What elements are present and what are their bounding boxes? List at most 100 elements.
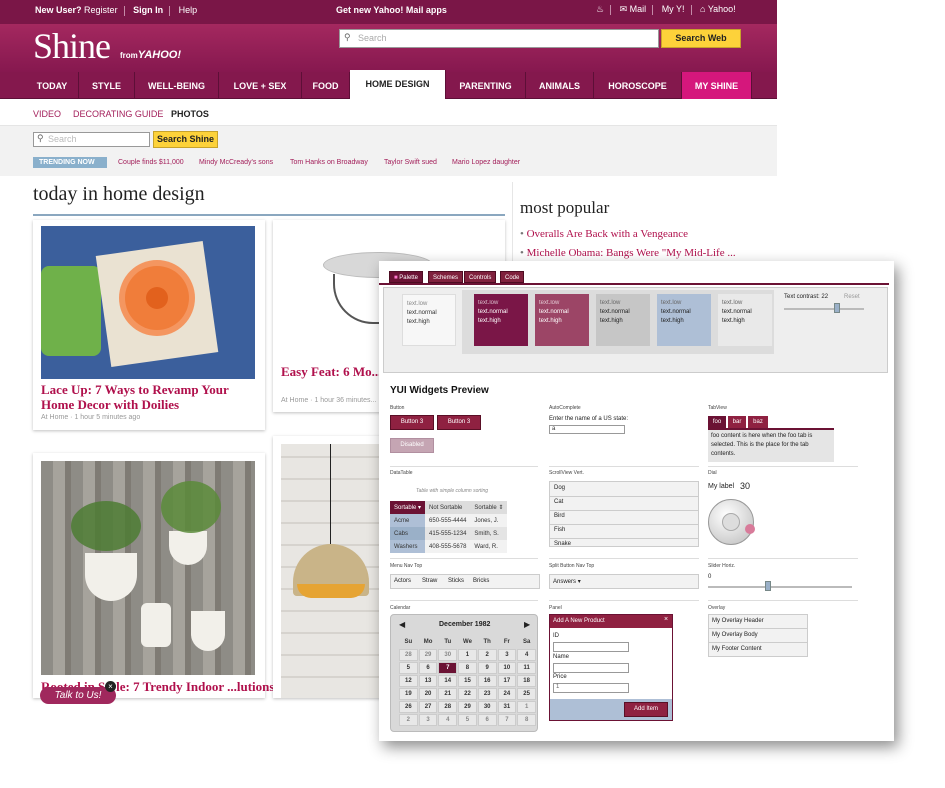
dial-handle[interactable]: [745, 524, 755, 534]
id-field[interactable]: [553, 642, 629, 652]
list-item[interactable]: Dog: [554, 485, 565, 491]
search-shine-button[interactable]: Search Shine: [153, 131, 218, 148]
contrast-slider[interactable]: [784, 308, 864, 310]
name-field[interactable]: [553, 663, 629, 673]
swatch-white[interactable]: text.low text.normal text.high: [402, 294, 456, 346]
popular-item[interactable]: • Overalls Are Back with a Vengeance: [520, 228, 688, 240]
trending-link[interactable]: Tom Hanks on Broadway: [290, 159, 368, 166]
calendar-day[interactable]: 29: [418, 649, 438, 661]
subnav-video[interactable]: VIDEO: [33, 109, 61, 119]
calendar-day[interactable]: 16: [477, 675, 497, 687]
button-3-a[interactable]: Button 3: [390, 415, 434, 430]
close-icon[interactable]: ×: [105, 681, 116, 692]
subnav-photos[interactable]: PHOTOS: [171, 109, 209, 119]
tabview-tab-bar[interactable]: bar: [728, 416, 746, 428]
article-title[interactable]: Easy Feat: 6 Mo... to Update Your ...: [281, 364, 482, 379]
calendar-day[interactable]: 2: [477, 649, 497, 661]
my-yahoo-link[interactable]: My Y!: [662, 4, 685, 14]
menu-item[interactable]: Actors: [394, 578, 411, 584]
calendar-day[interactable]: 8: [458, 662, 477, 674]
nav-parenting[interactable]: PARENTING: [446, 72, 526, 99]
table-row[interactable]: Acme 650-555-4444 Jones, J.: [390, 514, 508, 527]
bell-icon[interactable]: ♨: [596, 4, 604, 14]
trending-link[interactable]: Mindy McCready's sons: [199, 159, 273, 166]
calendar-day[interactable]: 22: [458, 688, 477, 700]
shine-search-input[interactable]: ⚲ Search: [33, 132, 150, 147]
button-3-b[interactable]: Button 3: [437, 415, 481, 430]
table-row[interactable]: Washers 408-555-5678 Ward, R.: [390, 540, 508, 553]
planters-photo[interactable]: [41, 461, 255, 675]
next-month-icon[interactable]: ▶: [524, 620, 530, 629]
nav-my-shine[interactable]: MY SHINE: [682, 72, 752, 99]
calendar-day[interactable]: 6: [418, 662, 438, 674]
swatch-blue[interactable]: text.low text.normal text.high: [657, 294, 711, 346]
calendar-day[interactable]: 25: [517, 688, 536, 700]
menu-item[interactable]: Bricks: [473, 578, 489, 584]
calendar-day[interactable]: 6: [477, 714, 497, 726]
tab-palette[interactable]: ■ Palette: [389, 271, 423, 283]
column-header-sortable[interactable]: Sortable ▾: [390, 501, 426, 514]
help-link[interactable]: Help: [179, 5, 198, 15]
calendar-day[interactable]: 18: [517, 675, 536, 687]
list-item[interactable]: Cat: [554, 499, 563, 505]
calendar-day[interactable]: 29: [458, 701, 477, 713]
tab-controls[interactable]: Controls: [464, 271, 497, 283]
nav-home-design[interactable]: HOME DESIGN: [350, 70, 446, 100]
nav-horoscope[interactable]: HOROSCOPE: [594, 72, 682, 99]
autocomplete-input[interactable]: a: [549, 425, 625, 434]
article-card[interactable]: Lace Up: 7 Ways to Revamp Your Home Deco…: [33, 220, 265, 430]
menu-item[interactable]: Straw: [422, 578, 437, 584]
reset-link[interactable]: Reset: [844, 294, 860, 300]
calendar-day[interactable]: 3: [418, 714, 438, 726]
article-card[interactable]: Rooted in Style: 7 Trendy Indoor ...luti…: [33, 453, 274, 698]
pillow-photo[interactable]: [41, 226, 255, 379]
price-field[interactable]: 1: [553, 683, 629, 693]
subnav-decorating-guide[interactable]: DECORATING GUIDE: [73, 109, 163, 119]
nav-today[interactable]: TODAY: [26, 72, 79, 99]
calendar-day[interactable]: 11: [517, 662, 536, 674]
calendar-day[interactable]: 23: [477, 688, 497, 700]
article-title[interactable]: Lace Up: 7 Ways to Revamp Your Home Deco…: [41, 382, 256, 412]
mail-link[interactable]: Mail: [630, 4, 647, 14]
tab-schemes[interactable]: Schemes: [428, 271, 464, 283]
add-item-button[interactable]: Add Item: [624, 702, 668, 717]
swatch-maroon[interactable]: text.low text.normal text.high: [474, 294, 528, 346]
calendar-day[interactable]: 5: [458, 714, 477, 726]
swatch-gray[interactable]: text.low text.normal text.high: [596, 294, 650, 346]
tabview-tab-baz[interactable]: baz: [748, 416, 768, 428]
trending-link[interactable]: Couple finds $11,000: [118, 159, 184, 166]
slider-track[interactable]: [708, 586, 852, 588]
yahoo-link[interactable]: Yahoo!: [708, 4, 736, 14]
calendar-day[interactable]: 21: [438, 688, 458, 700]
trending-link[interactable]: Taylor Swift sued: [384, 159, 437, 166]
calendar-day[interactable]: 24: [497, 688, 517, 700]
calendar-day[interactable]: 26: [399, 701, 418, 713]
calendar-day[interactable]: 8: [517, 714, 536, 726]
slider-thumb[interactable]: [765, 581, 771, 591]
search-web-button[interactable]: Search Web: [661, 29, 741, 48]
contrast-slider-thumb[interactable]: [834, 303, 840, 313]
nav-well-being[interactable]: WELL-BEING: [135, 72, 219, 99]
swatch-light[interactable]: text.low text.normal text.high: [718, 294, 772, 346]
calendar-day[interactable]: 2: [399, 714, 418, 726]
calendar-day[interactable]: 1: [458, 649, 477, 661]
close-icon[interactable]: ×: [664, 616, 668, 623]
nav-food[interactable]: FOOD: [302, 72, 350, 99]
lamp-photo[interactable]: [281, 444, 381, 698]
popular-item[interactable]: • Michelle Obama: Bangs Were "My Mid-Lif…: [520, 247, 736, 259]
menu-item[interactable]: Sticks: [448, 578, 464, 584]
calendar-day[interactable]: 31: [497, 701, 517, 713]
calendar-day[interactable]: 19: [399, 688, 418, 700]
nav-animals[interactable]: ANIMALS: [526, 72, 594, 99]
calendar-day[interactable]: 28: [399, 649, 418, 661]
swatch-rose[interactable]: text.low text.normal text.high: [535, 294, 589, 346]
calendar-day[interactable]: 20: [418, 688, 438, 700]
calendar-day[interactable]: 28: [438, 701, 458, 713]
calendar-day[interactable]: 7: [438, 662, 458, 674]
calendar-day[interactable]: 1: [517, 701, 536, 713]
list-item[interactable]: Snake: [554, 541, 571, 546]
calendar-day[interactable]: 30: [438, 649, 458, 661]
calendar-day[interactable]: 7: [497, 714, 517, 726]
list-item[interactable]: Bird: [554, 513, 565, 519]
list-item[interactable]: Fish: [554, 527, 565, 533]
